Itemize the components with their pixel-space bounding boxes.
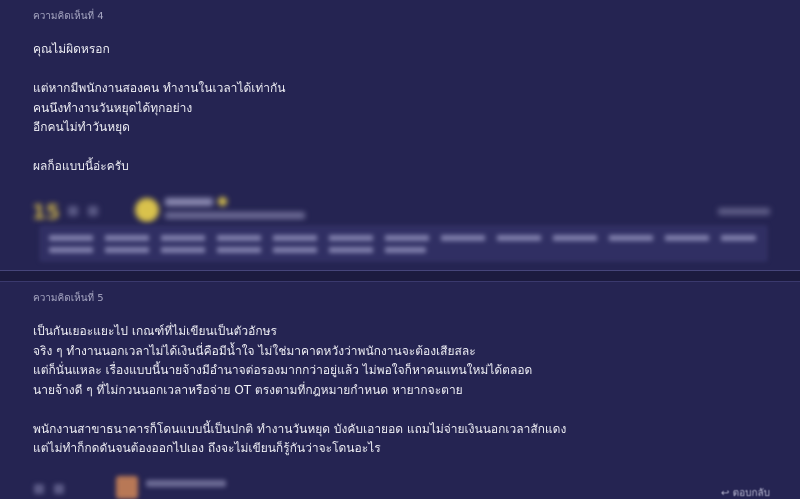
comment-footer-blurred: 15 bbox=[28, 194, 770, 228]
comment-4: ความคิดเห็นที่ 4 คุณไม่ผิดหรอก แต่หากมีพ… bbox=[0, 0, 800, 270]
username-placeholder[interactable] bbox=[165, 198, 213, 206]
comment-body: เป็นกันเยอะแยะไป เกณฑ์ที่ไม่เขียนเป็นตัว… bbox=[33, 322, 780, 459]
emotion-summary-box bbox=[40, 226, 767, 261]
comment-number: ความคิดเห็นที่ 5 bbox=[33, 293, 104, 304]
comment-line: คนนึงทำงานวันหยุดได้ทุกอย่าง bbox=[33, 100, 193, 115]
reply-label: ตอบกลับ bbox=[732, 488, 770, 499]
comment-line: อีกคนไม่ทำวันหยุด bbox=[33, 120, 130, 134]
avatar[interactable] bbox=[135, 198, 159, 222]
emotion-row bbox=[49, 247, 426, 253]
comment-line: เป็นกันเยอะแยะไป เกณฑ์ที่ไม่เขียนเป็นตัว… bbox=[33, 324, 277, 338]
emotion-icon[interactable] bbox=[88, 206, 98, 216]
comment-line: แต่ไม่ทำก็กดดันจนต้องออกไปเอง ถึงจะไม่เข… bbox=[33, 441, 381, 455]
comment-5: ความคิดเห็นที่ 5 เป็นกันเยอะแยะไป เกณฑ์ท… bbox=[0, 282, 800, 499]
report-link-placeholder[interactable] bbox=[718, 208, 770, 215]
comment-line: นายจ้างดี ๆ ที่ไม่กวนนอกเวลาหรือจ่าย OT … bbox=[33, 382, 463, 397]
comment-number: ความคิดเห็นที่ 4 bbox=[33, 11, 104, 22]
comment-line: แต่หากมีพนักงานสองคน ทำงานในเวลาได้เท่าก… bbox=[33, 81, 286, 95]
post-date-placeholder bbox=[165, 212, 305, 219]
comment-line: ผลก็อแบบนี้อ่ะครับ bbox=[33, 159, 129, 173]
vote-icon[interactable] bbox=[34, 484, 44, 494]
comment-line: แต่ก็นั่นแหละ เรื่องแบบนี้นายจ้างมีอำนาจ… bbox=[33, 363, 533, 377]
reply-button[interactable]: ↩ ตอบกลับ bbox=[721, 486, 770, 499]
comment-body: คุณไม่ผิดหรอก แต่หากมีพนักงานสองคน ทำงาน… bbox=[33, 40, 780, 177]
avatar[interactable] bbox=[116, 476, 138, 499]
comment-line: พนักงานสาขาธนาคารก็โดนแบบนี้เป็นปกติ ทำง… bbox=[33, 421, 567, 436]
comment-footer-blurred bbox=[28, 476, 770, 499]
member-badge-icon bbox=[218, 197, 227, 206]
emotion-row bbox=[49, 235, 756, 241]
username-placeholder[interactable] bbox=[146, 480, 226, 487]
comments-page: ความคิดเห็นที่ 4 คุณไม่ผิดหรอก แต่หากมีพ… bbox=[0, 0, 800, 499]
reply-icon: ↩ bbox=[721, 488, 733, 499]
vote-score: 15 bbox=[32, 200, 60, 224]
comment-divider bbox=[0, 270, 800, 282]
comment-line: จริง ๆ ทำงานนอกเวลาไม่ได้เงินนี่คือมีน้ำ… bbox=[33, 343, 476, 358]
comment-line: คุณไม่ผิดหรอก bbox=[33, 42, 110, 56]
emotion-icon[interactable] bbox=[54, 484, 64, 494]
vote-icon[interactable] bbox=[68, 206, 78, 216]
